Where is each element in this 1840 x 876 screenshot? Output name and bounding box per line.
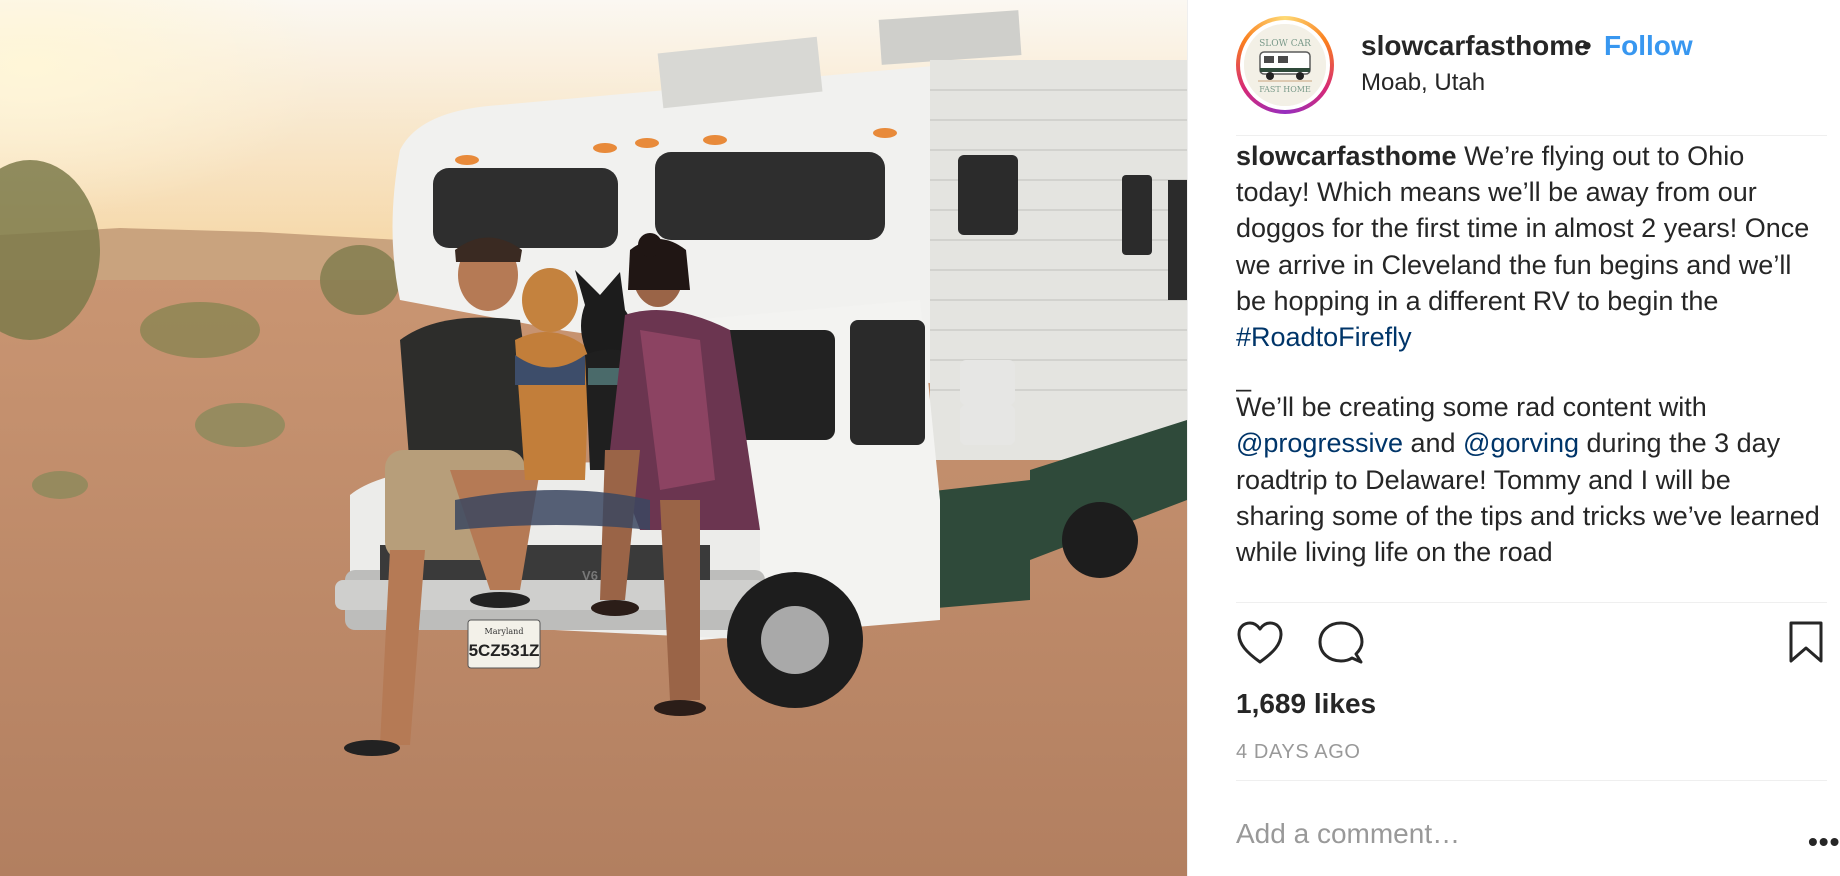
save-button[interactable] <box>1788 620 1824 669</box>
caption-username[interactable]: slowcarfasthome <box>1236 141 1457 171</box>
caption-divider <box>1236 602 1827 603</box>
post-photo[interactable]: Maryland 5CZ531Z V6 <box>0 0 1187 876</box>
header-separator: • <box>1582 30 1592 61</box>
mention-progressive-link[interactable]: @progressive <box>1236 428 1403 458</box>
avatar-text-bottom: FAST HOME <box>1259 85 1311 94</box>
instagram-post: Maryland 5CZ531Z V6 SLOW CAR FAST HOME s… <box>0 0 1840 876</box>
heart-icon <box>1237 621 1283 664</box>
add-comment-input[interactable] <box>1236 818 1756 850</box>
post-timestamp[interactable]: 4 DAYS AGO <box>1236 741 1361 764</box>
truck-badge: V6 <box>582 568 598 583</box>
like-button[interactable] <box>1236 620 1284 671</box>
comment-icon <box>1318 621 1364 664</box>
more-options-button[interactable]: ••• <box>1808 826 1840 858</box>
avatar-text-top: SLOW CAR <box>1259 39 1311 49</box>
caption-text-3: and <box>1402 428 1464 459</box>
caption-separator: _ <box>1236 362 1252 393</box>
follow-button[interactable]: Follow <box>1604 30 1693 62</box>
avatar[interactable]: SLOW CAR FAST HOME <box>1244 24 1326 106</box>
hashtag-link[interactable]: #RoadtoFirefly <box>1236 322 1412 352</box>
mention-gorving-link[interactable]: @gorving <box>1463 428 1579 458</box>
post-caption: slowcarfasthome We’re flying out to Ohio… <box>1236 138 1820 596</box>
post-location[interactable]: Moab, Utah <box>1361 69 1485 97</box>
plate-state: Maryland <box>485 627 524 636</box>
post-sidebar: SLOW CAR FAST HOME slowcarfasthome • Fol… <box>1187 0 1840 876</box>
bookmark-icon <box>1789 621 1823 663</box>
post-username[interactable]: slowcarfasthome <box>1361 30 1590 62</box>
action-bar <box>1236 620 1827 670</box>
likes-count[interactable]: 1,689 likes <box>1236 688 1376 720</box>
rv-photo-illustration: Maryland 5CZ531Z V6 <box>0 0 1187 876</box>
header-divider <box>1236 135 1827 136</box>
comment-button[interactable] <box>1318 620 1364 671</box>
license-plate: 5CZ531Z <box>469 641 540 660</box>
post-header: SLOW CAR FAST HOME slowcarfasthome • Fol… <box>1236 16 1816 116</box>
comment-divider <box>1236 780 1827 781</box>
avatar-logo-icon: SLOW CAR FAST HOME <box>1244 24 1326 106</box>
caption-text-2: We’ll be creating some rad content with <box>1236 392 1707 423</box>
story-ring[interactable]: SLOW CAR FAST HOME <box>1236 16 1334 114</box>
